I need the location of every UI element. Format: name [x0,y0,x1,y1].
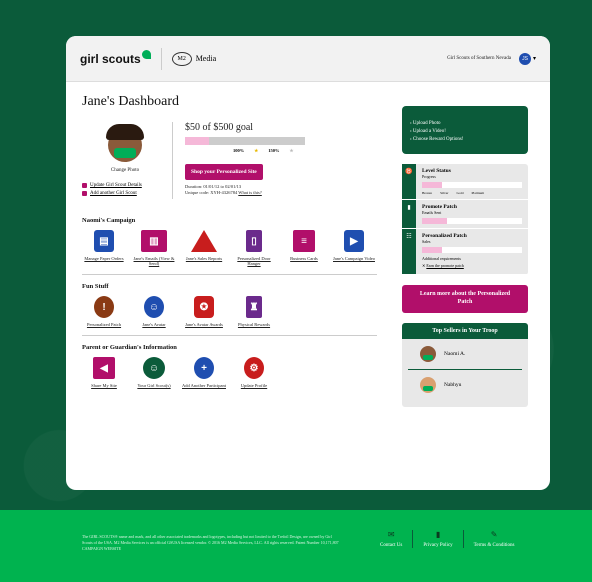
bookmark-icon: ▮ [402,200,416,228]
avatar-tile[interactable]: ☺ Jane's Avatar [132,296,176,327]
parent-icons: ◀ Share My Site ☺ Your Girl Scout(s) + Add … [82,357,382,388]
medal-icon: ✪ [194,296,214,318]
gear-icon: ⚙ [244,357,264,379]
campaign-icons: ▤ Manage Paper Orders ▥ Jane's Emails (Vie… [82,230,382,266]
fun-heading: Fun Stuff [82,283,109,290]
chart-icon [191,230,217,252]
manage-orders-tile[interactable]: ▤ Manage Paper Orders [82,230,126,266]
add-person-icon: + [194,357,214,379]
update-profile-tile[interactable]: ⚙ Update Profile [232,357,276,388]
upload-video-link[interactable]: › Upload a Video! [410,128,520,136]
legal-text: The GIRL SCOUTS® name and mark, and all … [82,534,339,551]
contact-us-link[interactable]: ✉ Contact Us [370,530,412,548]
medal-icon: ♉ [402,164,416,199]
campaign-video-tile[interactable]: ▶ Jane's Campaign Video [332,230,376,266]
trefoil-icon [141,50,151,59]
gear-icon [82,183,87,188]
door-hanger-tile[interactable]: ▯ Personalized Door Hanger [232,230,276,266]
seller-row: Nabhyu [408,370,522,407]
avatar [106,124,144,162]
divider [82,335,377,336]
personalized-progress-bar [422,247,522,253]
avatar [420,376,436,393]
footer-links: ✉ Contact Us ▮ Privacy Policy ✎ Terms & Con… [370,530,524,548]
avatar-icon: ☺ [144,296,164,318]
update-details-link[interactable]: Update Girl Scout Details [82,183,168,188]
sales-reports-tile[interactable]: Jane's Sales Reports [182,230,226,266]
divider [82,274,377,275]
add-participant-tile[interactable]: + Add Another Participant [182,357,226,388]
reward-options-link[interactable]: › Choose Reward Options! [410,136,520,144]
trophy-icon: ♜ [246,296,262,318]
people-icon: ☷ [402,229,416,274]
upload-photo-link[interactable]: › Upload Photo [410,120,520,128]
top-sellers-heading: Top Sellers in Your Troop [402,322,528,339]
divider [160,47,162,70]
promote-progress-bar [422,218,522,224]
what-is-this-link[interactable]: What is this? [238,190,262,195]
divider [172,122,173,199]
change-photo-link[interactable]: Change Photo [111,168,139,173]
goal-progress-bar [185,137,305,145]
physical-rewards-tile[interactable]: ♜ Physical Rewards [232,296,276,327]
add-scout-link[interactable]: Add another Girl Scout [82,191,168,196]
media-label: Media [195,54,217,63]
chevron-down-icon[interactable]: ▾ [533,55,536,62]
page-title: Jane's Dashboard [82,94,179,109]
terms-link[interactable]: ✎ Terms & Conditions [462,530,525,548]
fun-icons: ! Personalized Patch ☺ Jane's Avatar ✪ Jane… [82,296,382,327]
goal-marks: 100% ★ 150% ★ [233,148,294,153]
video-icon: ▶ [344,230,364,252]
shop-site-button[interactable]: Shop your Personalized Site [185,164,263,180]
seller-row: Naomi A. [408,339,522,370]
council-name: Girl Scouts of Southern Nevada [447,56,511,61]
campaign-duration: Duration: 01/01/12 to 02/01/13 Unique co… [185,184,262,196]
dashboard-card: girl scouts M2 Media Girl Scouts of Sout… [66,36,550,490]
girl-scouts-logo[interactable]: girl scouts [80,50,151,66]
mail-icon: ✉ [387,530,395,539]
user-avatar[interactable]: JS [518,52,531,65]
megaphone-icon: ◀ [93,357,115,379]
document-icon: ▮ [435,530,441,539]
book-icon: ▥ [141,230,167,252]
your-scouts-tile[interactable]: ☺ Your Girl Scout(s) [132,357,176,388]
top-bar: girl scouts M2 Media Girl Scouts of Sout… [66,36,550,82]
parent-heading: Parent or Guardian's Information [82,344,177,351]
footer: The GIRL SCOUTS® name and mark, and all … [0,510,592,582]
learn-more-button[interactable]: Learn more about the Personalized Patch [402,285,528,313]
personalized-patch-tile[interactable]: ! Personalized Patch [82,296,126,327]
avatar-awards-tile[interactable]: ✪ Jane's Avatar Awards [182,296,226,327]
plus-icon [82,191,87,196]
people-icon: ☺ [143,357,165,379]
door-hanger-icon: ▯ [246,230,262,252]
sidebar: › Upload Photo › Upload a Video! › Choos… [402,106,528,407]
clipboard-icon: ▤ [94,230,114,252]
profile-section: Change Photo Update Girl Scout Details A… [82,122,382,199]
goal-text: $50 of $500 goal [185,122,254,133]
avatar [420,345,436,362]
pen-icon: ✎ [490,530,498,539]
share-site-tile[interactable]: ◀ Share My Site [82,357,126,388]
level-ticks: Bronze Silver Gold Platinum [422,191,485,195]
card-icon: ≡ [293,230,315,252]
main-content: Jane's Dashboard Change Photo Update Gir… [82,94,382,388]
campaign-heading: Naomi's Campaign [82,217,136,224]
top-sellers-panel: Top Sellers in Your Troop Naomi A. Nabhy… [402,322,528,407]
m2-logo-icon: M2 [171,51,192,66]
patch-icon: ! [94,296,114,318]
business-cards-tile[interactable]: ≡ Business Cards [282,230,326,266]
emails-tile[interactable]: ▥ Jane's Emails (View & Send) [132,230,176,266]
todo-box: › Upload Photo › Upload a Video! › Choos… [402,106,528,154]
earn-promote-link[interactable]: ✕ Earn the promote patch [422,263,522,268]
level-progress-bar [422,182,522,188]
status-panel: ♉ Level Status Progress Bronze Silver Gold… [402,164,528,275]
privacy-policy-link[interactable]: ▮ Privacy Policy [412,530,462,548]
